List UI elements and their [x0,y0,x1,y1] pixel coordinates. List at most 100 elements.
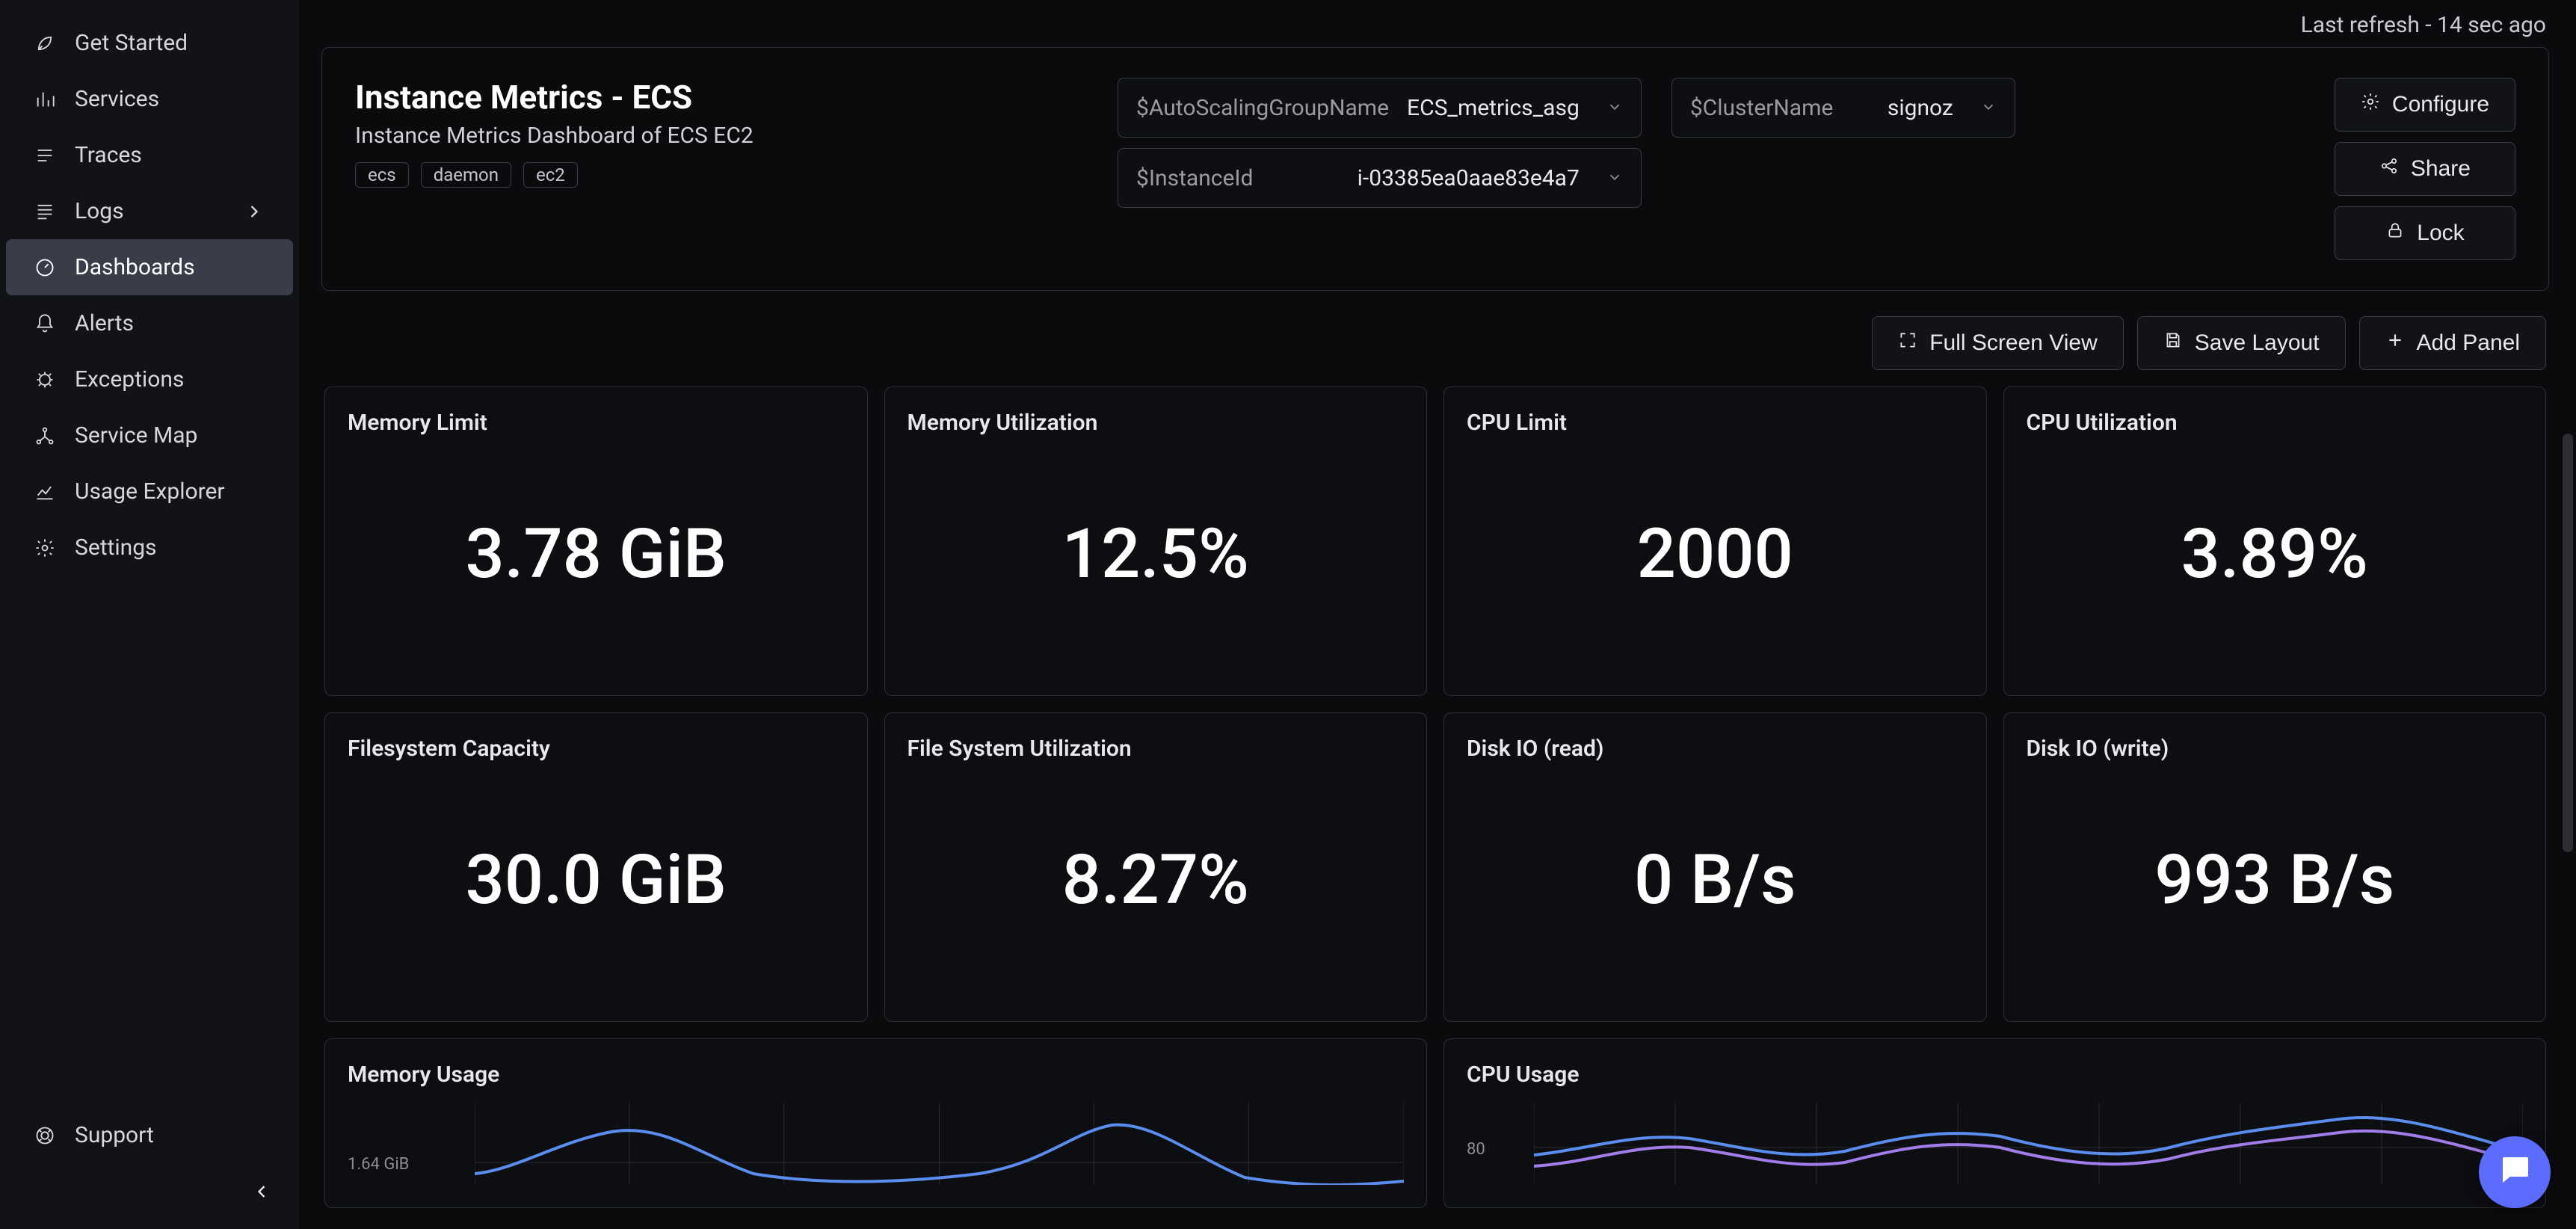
button-label: Save Layout [2195,330,2320,356]
variable-label: $AutoScalingGroupName [1136,95,1389,121]
panel-title: Memory Limit [348,410,845,436]
last-refresh-text: Last refresh - 14 sec ago [321,9,2549,47]
plus-icon [2385,330,2405,356]
chart-memory-usage: 1.64 GiB [348,1103,1404,1185]
sidebar-item-label: Exceptions [75,366,184,392]
variable-value: signoz [1888,95,1953,121]
panel-memory-utilization[interactable]: Memory Utilization 12.5% [884,386,1428,696]
variable-label: $InstanceId [1136,165,1253,191]
variable-value: ECS_metrics_asg [1407,95,1580,121]
chat-icon [2497,1151,2533,1193]
dashboard-icon [33,256,57,280]
sidebar-item-label: Alerts [75,310,134,336]
panel-memory-limit[interactable]: Memory Limit 3.78 GiB [324,386,868,696]
logs-icon [33,200,57,224]
sidebar-item-label: Settings [75,535,157,561]
panel-title: CPU Usage [1467,1062,2523,1088]
panel-disk-io-read[interactable]: Disk IO (read) 0 B/s [1443,712,1987,1022]
lock-button[interactable]: Lock [2335,206,2515,260]
gear-icon [2361,92,2380,117]
panel-value: 993 B/s [2027,762,2524,999]
button-label: Add Panel [2417,330,2520,356]
panel-value: 0 B/s [1467,762,1964,999]
variable-select-instance[interactable]: $InstanceId i-03385ea0aae83e4a7 [1118,148,1642,208]
button-label: Share [2411,156,2471,182]
panel-value: 30.0 GiB [348,762,845,999]
panel-cpu-limit[interactable]: CPU Limit 2000 [1443,386,1987,696]
panel-value: 12.5% [908,436,1405,673]
fullscreen-icon [1898,330,1917,356]
chat-fab[interactable] [2479,1136,2551,1208]
button-label: Lock [2417,221,2464,246]
panel-title: Memory Utilization [908,410,1405,436]
sidebar-item-usage-explorer[interactable]: Usage Explorer [6,463,293,520]
list-icon [33,144,57,167]
configure-button[interactable]: Configure [2335,78,2515,132]
y-axis-tick: 1.64 GiB [348,1155,409,1174]
share-button[interactable]: Share [2335,142,2515,196]
panel-disk-io-write[interactable]: Disk IO (write) 993 B/s [2003,712,2547,1022]
panel-filesystem-utilization[interactable]: File System Utilization 8.27% [884,712,1428,1022]
dashboard-title: Instance Metrics - ECS [355,78,1088,117]
chart-line-icon [33,480,57,504]
panel-title: Filesystem Capacity [348,736,845,762]
variable-select-cluster[interactable]: $ClusterName signoz [1671,78,2015,138]
y-axis-tick: 80 [1467,1140,1485,1159]
tag: daemon [421,162,511,188]
sidebar-item-label: Logs [75,198,124,224]
sidebar-item-label: Traces [75,142,142,168]
sidebar-item-alerts[interactable]: Alerts [6,295,293,351]
panel-cpu-utilization[interactable]: CPU Utilization 3.89% [2003,386,2547,696]
sidebar-item-services[interactable]: Services [6,71,293,127]
panel-title: Disk IO (read) [1467,736,1964,762]
lock-icon [2385,221,2405,246]
fullscreen-button[interactable]: Full Screen View [1872,316,2124,370]
tag: ec2 [523,162,578,188]
sidebar-item-support[interactable]: Support [6,1107,293,1163]
panel-memory-usage[interactable]: Memory Usage 1.64 GiB [324,1038,1427,1208]
button-label: Full Screen View [1929,330,2098,356]
sidebar-item-traces[interactable]: Traces [6,127,293,183]
chevron-down-icon [1606,165,1623,191]
panel-cpu-usage[interactable]: CPU Usage 80 [1443,1038,2546,1208]
sidebar-item-label: Service Map [75,422,197,449]
variable-select-asg[interactable]: $AutoScalingGroupName ECS_metrics_asg [1118,78,1642,138]
bars-icon [33,87,57,111]
sidebar-item-label: Services [75,86,159,112]
add-panel-button[interactable]: Add Panel [2359,316,2546,370]
panel-title: CPU Limit [1467,410,1964,436]
gear-icon [33,536,57,560]
panel-title: Disk IO (write) [2027,736,2524,762]
panels-grid: Memory Limit 3.78 GiB Memory Utilization… [321,386,2549,1208]
sidebar: Get Started Services Traces Logs [0,0,299,1229]
sidebar-item-logs[interactable]: Logs [6,183,293,239]
bug-icon [33,368,57,392]
sidebar-item-label: Usage Explorer [75,478,225,505]
chevron-left-icon [251,1181,272,1208]
save-layout-button[interactable]: Save Layout [2137,316,2346,370]
panel-title: CPU Utilization [2027,410,2524,436]
sidebar-item-get-started[interactable]: Get Started [6,15,293,71]
scrollbar-thumb[interactable] [2563,434,2573,852]
chevron-right-icon [242,200,266,224]
panel-title: File System Utilization [908,736,1405,762]
sidebar-item-label: Get Started [75,30,188,56]
button-label: Configure [2392,92,2489,117]
lifebuoy-icon [33,1124,57,1148]
tag-row: ecs daemon ec2 [355,162,1088,188]
panel-value: 3.89% [2027,436,2524,673]
sidebar-item-service-map[interactable]: Service Map [6,407,293,463]
sidebar-item-dashboards[interactable]: Dashboards [6,239,293,295]
chart-cpu-usage: 80 [1467,1103,2523,1185]
dashboard-header: Instance Metrics - ECS Instance Metrics … [321,47,2549,291]
sidebar-item-exceptions[interactable]: Exceptions [6,351,293,407]
panel-title: Memory Usage [348,1062,1404,1088]
dashboard-description: Instance Metrics Dashboard of ECS EC2 [355,123,1088,149]
save-icon [2163,330,2183,356]
panel-filesystem-capacity[interactable]: Filesystem Capacity 30.0 GiB [324,712,868,1022]
sidebar-item-settings[interactable]: Settings [6,520,293,576]
tag: ecs [355,162,409,188]
network-icon [33,424,57,448]
sidebar-item-label: Dashboards [75,254,195,280]
sidebar-collapse-button[interactable] [0,1169,299,1220]
